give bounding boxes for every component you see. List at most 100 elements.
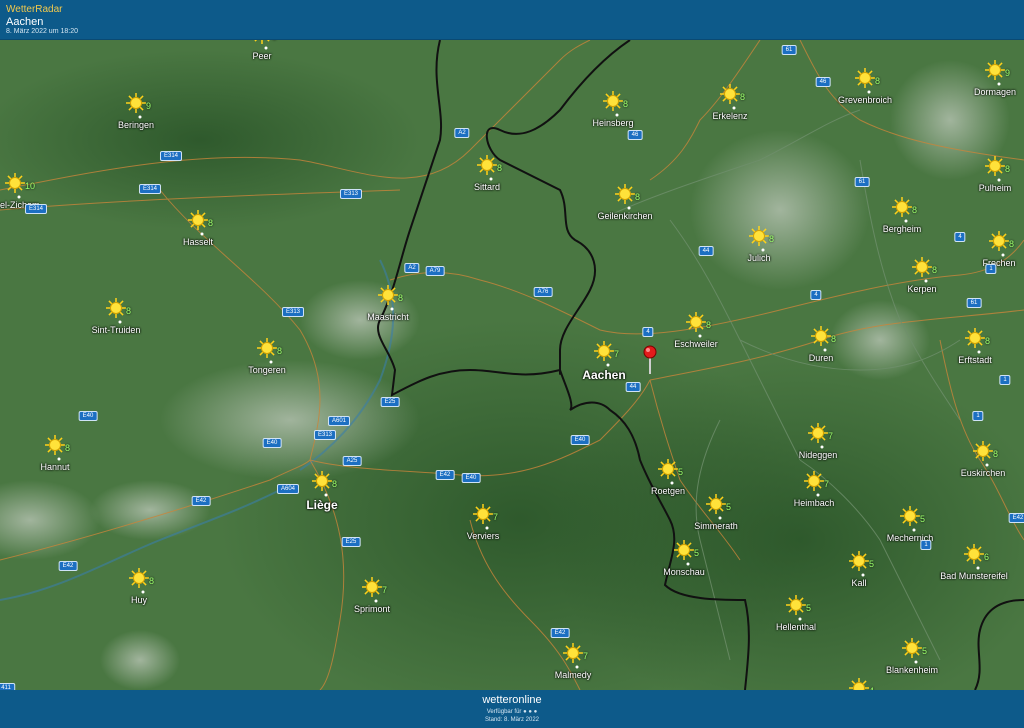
temperature-label: 5 — [806, 603, 812, 613]
city-label[interactable]: Bergheim — [883, 224, 922, 234]
city-label[interactable]: Simmerath — [694, 521, 738, 531]
city-label[interactable]: Erftstadt — [958, 355, 992, 365]
temperature-label: 7 — [382, 585, 388, 595]
sun-icon — [706, 494, 726, 514]
temperature-label: 7 — [583, 651, 589, 661]
road-badge: A25 — [342, 456, 362, 466]
city-label[interactable]: Monschau — [663, 567, 705, 577]
city-label[interactable]: Grevenbroich — [838, 95, 892, 105]
temperature-label: 6 — [984, 552, 990, 562]
sun-icon — [473, 504, 493, 524]
temperature-label: 8 — [635, 192, 641, 202]
city-label[interactable]: Roetgen — [651, 486, 685, 496]
city-label[interactable]: Sint-Truiden — [92, 325, 141, 335]
city-dot — [615, 113, 619, 117]
sun-icon — [786, 595, 806, 615]
weather-map[interactable]: 9Peer9Beringen10uvel-Zichem8Hasselt8Sint… — [0, 40, 1024, 690]
city-label[interactable]: Liège — [306, 498, 337, 512]
city-label[interactable]: Nideggen — [799, 450, 838, 460]
temperature-label: 8 — [706, 320, 712, 330]
city-label[interactable]: Duren — [809, 353, 834, 363]
temperature-label: 8 — [332, 479, 338, 489]
temperature-label: 5 — [726, 502, 732, 512]
road-badge: E40 — [78, 411, 98, 421]
road-badge: 46 — [627, 130, 643, 140]
city-label[interactable]: Peer — [252, 51, 271, 61]
road-badge: E42 — [191, 496, 211, 506]
temperature-label: 5 — [678, 467, 684, 477]
city-label[interactable]: Bad Munstereifel — [940, 571, 1008, 581]
temperature-label: 8 — [993, 449, 999, 459]
city-label[interactable]: Eschweiler — [674, 339, 718, 349]
city-label[interactable]: Heinsberg — [592, 118, 633, 128]
sun-icon — [674, 540, 694, 560]
sun-icon — [594, 341, 614, 361]
temperature-label: 8 — [149, 576, 155, 586]
city-label[interactable]: Geilenkirchen — [597, 211, 652, 221]
temperature-label: 8 — [623, 99, 629, 109]
city-label[interactable]: Euskirchen — [961, 468, 1006, 478]
road-badge: E42 — [435, 470, 455, 480]
city-label[interactable]: Hellenthal — [776, 622, 816, 632]
road-badge: A2 — [454, 128, 470, 138]
road-badge: E313 — [281, 307, 305, 317]
city-label[interactable]: Maastricht — [367, 312, 409, 322]
timestamp: 8. März 2022 um 18:20 — [6, 28, 78, 35]
temperature-label: 9 — [146, 101, 152, 111]
city-label[interactable]: Verviers — [467, 531, 500, 541]
sun-icon — [720, 84, 740, 104]
sun-icon — [378, 285, 398, 305]
city-label[interactable]: Tongeren — [248, 365, 286, 375]
temperature-label: 7 — [824, 479, 830, 489]
sun-icon — [849, 551, 869, 571]
sun-icon — [985, 156, 1005, 176]
sun-icon — [804, 471, 824, 491]
city-label[interactable]: Pulheim — [979, 183, 1012, 193]
city-label[interactable]: Dormagen — [974, 87, 1016, 97]
temperature-label: 8 — [932, 265, 938, 275]
city-label[interactable]: Blankenheim — [886, 665, 938, 675]
road-badge: E25 — [380, 397, 400, 407]
city-label[interactable]: Beringen — [118, 120, 154, 130]
city-label[interactable]: Hasselt — [183, 237, 213, 247]
city-label[interactable]: Sittard — [474, 182, 500, 192]
city-label[interactable]: Erkelenz — [712, 111, 747, 121]
city-label[interactable]: Julich — [747, 253, 770, 263]
sun-icon — [362, 577, 382, 597]
temperature-label: 8 — [1005, 164, 1011, 174]
temperature-label: 8 — [398, 293, 404, 303]
city-dot — [904, 219, 908, 223]
city-label[interactable]: Malmedy — [555, 670, 592, 680]
bottom-bar: wetteronline Verfügbar für ● ● ● Stand: … — [0, 690, 1024, 728]
city-dot — [1001, 253, 1005, 257]
temperature-label: 8 — [497, 163, 503, 173]
road-badge: 1 — [972, 411, 984, 421]
road-badge: 1 — [999, 375, 1011, 385]
road-badge: 411 — [0, 683, 15, 690]
city-dot — [324, 493, 328, 497]
temperature-label: 9 — [1005, 68, 1011, 78]
sun-icon — [985, 60, 1005, 80]
temperature-label: 8 — [126, 306, 132, 316]
city-label[interactable]: Kall — [851, 578, 866, 588]
city-label[interactable]: Aachen — [582, 368, 625, 382]
road-badge: E42 — [58, 561, 78, 571]
city-dot — [118, 320, 122, 324]
city-dot — [761, 248, 765, 252]
map-terrain — [0, 40, 1024, 690]
road-badge: 4 — [954, 232, 966, 242]
sun-icon — [811, 326, 831, 346]
city-label[interactable]: Sprimont — [354, 604, 390, 614]
sun-icon — [964, 544, 984, 564]
sun-icon — [658, 459, 678, 479]
city-label[interactable]: Kerpen — [907, 284, 936, 294]
city-label[interactable]: Hannut — [40, 462, 69, 472]
temperature-label: 8 — [831, 334, 837, 344]
road-badge: E40 — [262, 438, 282, 448]
sun-icon — [808, 423, 828, 443]
sun-icon — [126, 93, 146, 113]
city-label[interactable]: Heimbach — [794, 498, 835, 508]
road-badge: 1 — [985, 264, 997, 274]
city-label[interactable]: Huy — [131, 595, 147, 605]
temperature-label: 8 — [277, 346, 283, 356]
